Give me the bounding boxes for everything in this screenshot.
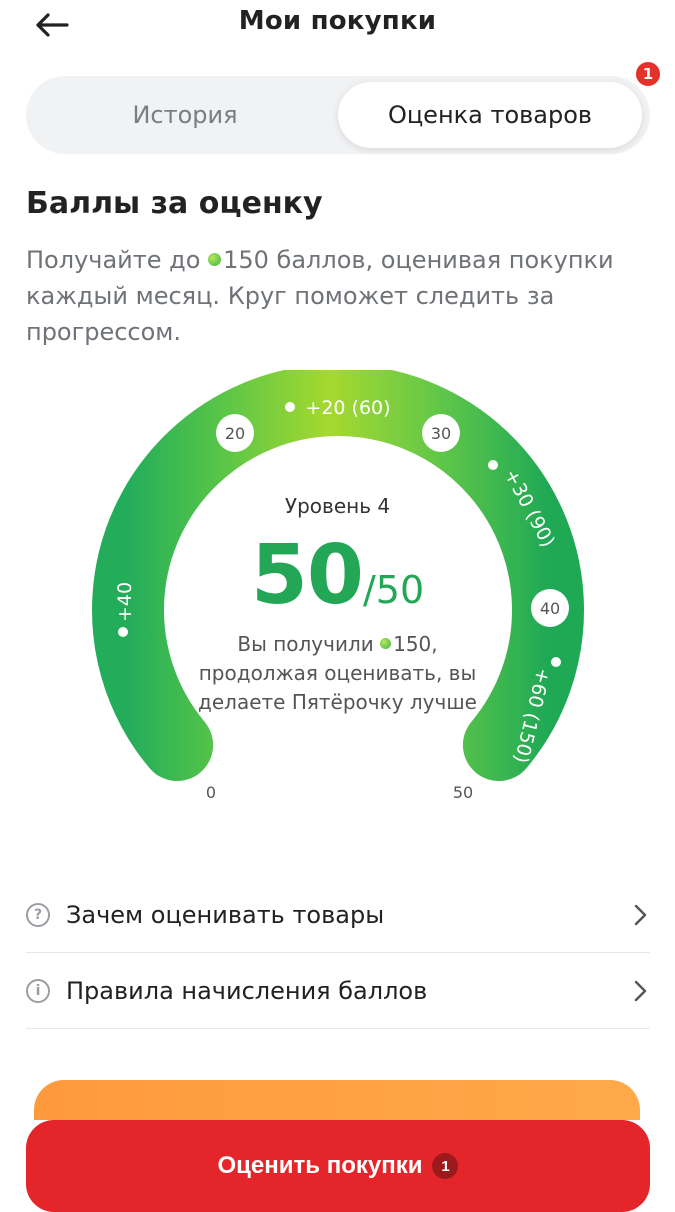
milestone-20: 20 <box>216 414 254 452</box>
score-max: /50 <box>362 568 425 612</box>
section-title: Баллы за оценку <box>26 186 323 221</box>
milestone-20-label: 20 <box>225 424 245 443</box>
reward-60-label: +20 (60) <box>305 397 390 419</box>
rules-label: Правила начисления баллов <box>66 977 428 1005</box>
cta-badge: 1 <box>432 1153 459 1179</box>
chevron-right-icon <box>634 904 647 926</box>
milestone-0-label: 0 <box>206 783 216 802</box>
desc-points: 150 <box>223 246 269 274</box>
score-value: 50 <box>250 528 364 623</box>
why-rate-row[interactable]: ? Зачем оценивать товары <box>26 878 650 953</box>
section-description: Получайте до 150 баллов, оценивая покупк… <box>26 242 646 350</box>
desc-prefix: Получайте до <box>26 246 201 274</box>
milestone-30-label: 30 <box>431 424 451 443</box>
question-circle-icon: ? <box>26 903 50 927</box>
rules-row[interactable]: i Правила начисления баллов <box>26 954 650 1029</box>
milestone-50: 50 <box>444 773 482 811</box>
rate-purchases-button[interactable]: Оценить покупки 1 <box>26 1120 650 1212</box>
tab-rating[interactable]: Оценка товаров <box>338 82 642 148</box>
milestone-50-label: 50 <box>453 783 473 802</box>
tab-bar: История Оценка товаров <box>26 76 650 154</box>
note-suffix: продолжая оценивать, вы делаете Пятёрочк… <box>198 661 477 714</box>
level-label: Уровень 4 <box>284 494 391 518</box>
score-note: Вы получили 150, продолжая оценивать, вы… <box>180 630 495 717</box>
note-prefix: Вы получили <box>237 632 374 656</box>
page-title: Мои покупки <box>238 6 437 36</box>
tab-history[interactable]: История <box>32 82 338 148</box>
points-coin-icon <box>208 252 222 266</box>
promo-banner-edge[interactable] <box>34 1080 640 1120</box>
score-display: 50/50 <box>0 528 675 623</box>
milestone-0: 0 <box>192 773 230 811</box>
tab-notification-badge: 1 <box>634 60 662 88</box>
info-circle-icon: i <box>26 979 50 1003</box>
chevron-right-icon <box>634 980 647 1002</box>
note-points: 150, <box>393 632 438 656</box>
milestone-30: 30 <box>422 414 460 452</box>
rate-purchases-label: Оценить покупки <box>217 1152 423 1179</box>
why-rate-label: Зачем оценивать товары <box>66 901 385 929</box>
points-coin-icon <box>380 638 392 649</box>
